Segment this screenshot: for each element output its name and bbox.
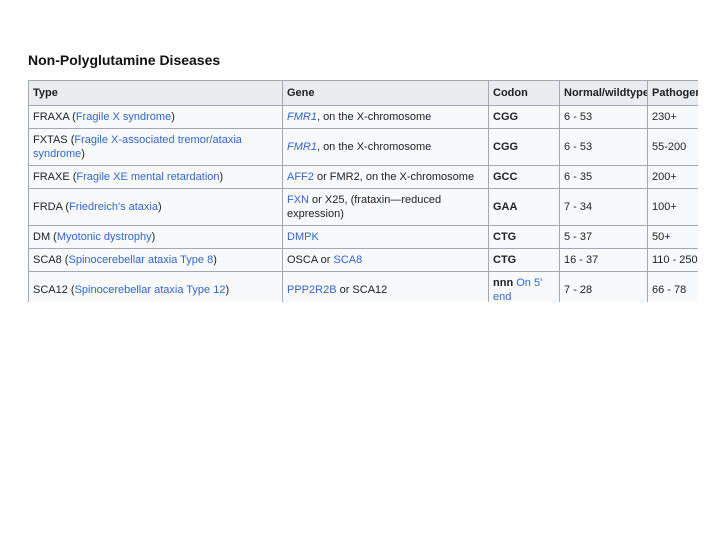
header-gene[interactable]: Gene [282, 80, 489, 106]
cell-pathogenic: 110 - 250 [647, 248, 698, 272]
table-row: FRAXE (Fragile XE mental retardation) AF… [28, 165, 698, 189]
cell-normal: 5 - 37 [559, 225, 648, 249]
cell-type: FRAXA (Fragile X syndrome) [28, 105, 283, 129]
paren: ) [219, 171, 224, 183]
cell-normal: 7 - 34 [559, 188, 648, 226]
table-row: SCA8 (Spinocerebellar ataxia Type 8) OSC… [28, 248, 698, 272]
cell-normal: 7 - 28 [559, 271, 648, 302]
paren: ) [225, 284, 230, 296]
gene-link[interactable]: AFF2 [287, 171, 314, 183]
cell-gene: OSCA or SCA8 [282, 248, 489, 272]
table-row: DM (Myotonic dystrophy) DMPK CTG 5 - 37 … [28, 225, 698, 249]
gene-text: or FMR2, on the X-chromosome [313, 171, 475, 183]
gene-link[interactable]: PPP2R2B [287, 284, 337, 296]
cell-type: SCA12 (Spinocerebellar ataxia Type 12) [28, 271, 283, 302]
paren: ( [67, 284, 75, 296]
cell-gene: FXN or X25, (frataxin—reduced expression… [282, 188, 489, 226]
paren: ) [81, 148, 85, 160]
gene-text: or SCA12 [336, 284, 388, 296]
cell-pathogenic: 230+ [647, 105, 698, 129]
cell-pathogenic: 100+ [647, 188, 698, 226]
type-abbr: FRAXE [33, 171, 70, 183]
cell-type: DM (Myotonic dystrophy) [28, 225, 283, 249]
gene-text: or X25, (frataxin—reduced expression) [287, 194, 442, 220]
gene-link[interactable]: FXN [287, 194, 309, 206]
gene-link[interactable]: SCA8 [333, 254, 362, 266]
paren: ) [171, 111, 175, 123]
table-row: FRDA (Friedreich's ataxia) FXN or X25, (… [28, 188, 698, 226]
gene-text: or [317, 254, 334, 266]
type-link[interactable]: Fragile XE mental retardation [76, 171, 219, 183]
paren: ) [213, 254, 217, 266]
gene-link[interactable]: FMR1 [287, 111, 317, 123]
cell-normal: 6 - 53 [559, 105, 648, 129]
cell-codon: CGG [488, 128, 560, 166]
cell-gene: AFF2 or FMR2, on the X-chromosome [282, 165, 489, 189]
codon-text: nnn [493, 277, 514, 289]
table-row: FRAXA (Fragile X syndrome) FMR1, on the … [28, 105, 698, 129]
cell-codon: CGG [488, 105, 560, 129]
paren: ( [69, 111, 76, 123]
paren: ( [50, 231, 57, 243]
page-title: Non-Polyglutamine Diseases [28, 52, 221, 68]
type-link[interactable]: Myotonic dystrophy [57, 231, 152, 243]
gene-link[interactable]: DMPK [287, 231, 319, 243]
type-link[interactable]: Fragile X syndrome [76, 111, 171, 123]
table-row: FXTAS (Fragile X-associated tremor/ataxi… [28, 128, 698, 166]
header-type[interactable]: Type [28, 80, 283, 106]
type-abbr: SCA8 [33, 254, 62, 266]
type-link[interactable]: Spinocerebellar ataxia Type 8 [68, 254, 213, 266]
cell-pathogenic: 200+ [647, 165, 698, 189]
gene-link[interactable]: FMR1 [287, 141, 317, 153]
paren: ) [158, 201, 162, 213]
cell-type: FRDA (Friedreich's ataxia) [28, 188, 283, 226]
type-abbr: FXTAS [33, 134, 68, 146]
cell-gene: DMPK [282, 225, 489, 249]
type-abbr: SCA12 [33, 284, 68, 296]
cell-codon: CTG [488, 248, 560, 272]
cell-normal: 6 - 35 [559, 165, 648, 189]
table-viewport: Type Gene Codon Normal/wildtype Pathogen… [28, 80, 698, 302]
type-link[interactable]: Spinocerebellar ataxia Type 12 [75, 284, 226, 296]
page: Non-Polyglutamine Diseases Type Gene Cod… [0, 0, 720, 540]
table-row: SCA12 (Spinocerebellar ataxia Type 12) P… [28, 271, 698, 302]
cell-codon: nnn On 5' end [488, 271, 560, 302]
type-link[interactable]: Friedreich's ataxia [69, 201, 158, 213]
cell-pathogenic: 66 - 78 [647, 271, 698, 302]
type-abbr: FRAXA [33, 111, 70, 123]
type-abbr: DM [33, 231, 51, 243]
cell-type: SCA8 (Spinocerebellar ataxia Type 8) [28, 248, 283, 272]
cell-codon: GCC [488, 165, 560, 189]
cell-type: FRAXE (Fragile XE mental retardation) [28, 165, 283, 189]
cell-gene: PPP2R2B or SCA12 [282, 271, 489, 302]
header-codon[interactable]: Codon [488, 80, 560, 106]
cell-pathogenic: 55-200 [647, 128, 698, 166]
disease-table: Type Gene Codon Normal/wildtype Pathogen… [28, 80, 698, 302]
cell-codon: CTG [488, 225, 560, 249]
gene-text: , on the X-chromosome [316, 111, 432, 123]
paren: ) [151, 231, 156, 243]
cell-pathogenic: 50+ [647, 225, 698, 249]
cell-normal: 16 - 37 [559, 248, 648, 272]
cell-codon: GAA [488, 188, 560, 226]
table-header-row: Type Gene Codon Normal/wildtype Pathogen… [28, 80, 698, 106]
type-abbr: FRDA [33, 201, 63, 213]
header-pathogenic[interactable]: Pathogenic [647, 80, 698, 106]
cell-normal: 6 - 53 [559, 128, 648, 166]
gene-text: OSCA [287, 254, 318, 266]
cell-gene: FMR1, on the X-chromosome [282, 128, 489, 166]
gene-text: , on the X-chromosome [316, 141, 432, 153]
cell-gene: FMR1, on the X-chromosome [282, 105, 489, 129]
cell-type: FXTAS (Fragile X-associated tremor/ataxi… [28, 128, 283, 166]
header-normal[interactable]: Normal/wildtype [559, 80, 648, 106]
